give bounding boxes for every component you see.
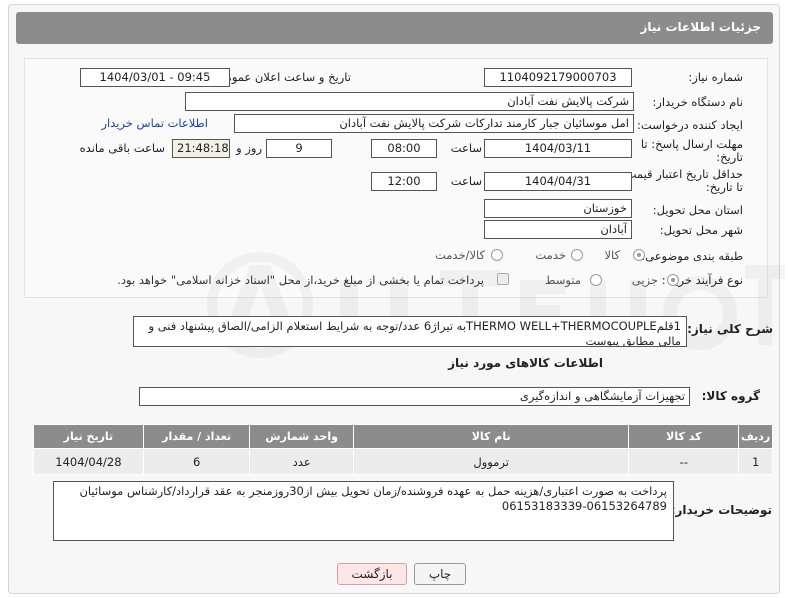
remaining-label: ساعت باقی مانده <box>79 141 165 155</box>
reply-days-label: روز و <box>236 141 262 155</box>
col-item-code: کد کالا <box>628 424 740 449</box>
delivery-city-field: آبادان <box>484 220 632 239</box>
requester-field: امل موسائیان جبار کارمند تدارکات شرکت پا… <box>234 114 634 133</box>
announce-datetime-field: 1404/03/01 - 09:45 <box>80 68 230 87</box>
process-minor-label: جزیی <box>631 273 658 287</box>
category-goods-label: کالا <box>604 248 620 262</box>
col-unit: واحد شمارش <box>249 424 354 449</box>
description-field: 1قلمTHERMO WELL+THERMOCOUPLEبه تیراژ6 عد… <box>133 316 687 347</box>
col-item-name: نام کالا <box>352 424 630 449</box>
col-quantity: تعداد / مقدار <box>142 424 251 449</box>
process-minor-radio[interactable] <box>667 274 679 286</box>
category-service-label: خدمت <box>535 248 566 262</box>
buyer-notes-label: توضیحات خریدار: <box>670 503 772 517</box>
cell-item-code: -- <box>628 448 740 475</box>
cell-need-date: 1404/04/28 <box>33 448 144 475</box>
need-number-field: 1104092179000703 <box>484 68 632 87</box>
reply-deadline-label: مهلت ارسال پاسخ: تا <box>640 137 743 151</box>
requester-label: ایجاد کننده درخواست: <box>637 118 743 132</box>
buyer-notes-field: پرداخت به صورت اعتباری/هزینه حمل به عهده… <box>53 481 674 541</box>
items-table: ردیف کد کالا نام کالا واحد شمارش تعداد /… <box>33 424 773 475</box>
price-validity-time: 12:00 <box>371 172 437 191</box>
buyer-org-label: نام دستگاه خریدار: <box>652 95 743 109</box>
reply-deadline-time: 08:00 <box>371 139 437 158</box>
reply-deadline-label-2: تاریخ: <box>716 150 743 164</box>
delivery-province-field: خوزستان <box>484 199 632 218</box>
need-number-label: شماره نیاز: <box>688 70 743 84</box>
reply-time-remaining: 21:48:18 <box>172 139 230 158</box>
table-row: 1 -- ترموول عدد 6 1404/04/28 <box>33 448 773 475</box>
description-label: شرح کلی نیاز: <box>687 322 773 336</box>
delivery-city-label: شهر محل تحویل: <box>659 223 743 237</box>
cell-quantity: 6 <box>142 448 251 475</box>
goods-group-field: تجهیزات آزمایشگاهی و اندازه‌گیری <box>139 387 690 406</box>
reply-time-label: ساعت <box>450 141 482 155</box>
delivery-province-label: استان محل تحویل: <box>652 203 743 217</box>
price-validity-date: 1404/04/31 <box>484 172 632 191</box>
page-header: جزئیات اطلاعات نیاز <box>16 12 773 44</box>
print-button[interactable]: چاپ <box>414 563 466 585</box>
col-need-date: تاریخ نیاز <box>33 424 144 449</box>
buyer-contact-link[interactable]: اطلاعات تماس خریدار <box>101 116 208 130</box>
page-title: جزئیات اطلاعات نیاز <box>640 20 761 34</box>
goods-group-label: گروه کالا: <box>701 389 760 403</box>
reply-days-remaining: 9 <box>266 139 332 158</box>
category-service-radio[interactable] <box>571 249 583 261</box>
reply-deadline-date: 1404/03/11 <box>484 139 632 158</box>
price-validity-label: حداقل تاریخ اعتبار قیمت: <box>621 167 743 181</box>
goods-section-title: اطلاعات کالاهای مورد نیاز <box>448 356 603 370</box>
table-header-row: ردیف کد کالا نام کالا واحد شمارش تعداد /… <box>33 424 773 449</box>
category-goods-radio[interactable] <box>633 249 645 261</box>
treasury-payment-checkbox[interactable] <box>497 273 509 285</box>
cell-item-name: ترموول <box>352 448 630 475</box>
price-validity-time-label: ساعت <box>450 174 482 188</box>
category-label: طبقه بندی موضوعی: <box>641 249 743 263</box>
price-validity-label-2: تا تاریخ: <box>705 180 743 194</box>
cell-row-number: 1 <box>738 448 773 475</box>
col-row-number: ردیف <box>738 424 773 449</box>
process-medium-radio[interactable] <box>590 274 602 286</box>
category-goods-service-label: کالا/خدمت <box>434 248 485 262</box>
category-goods-service-radio[interactable] <box>491 249 503 261</box>
cell-unit: عدد <box>249 448 354 475</box>
process-medium-label: متوسط <box>544 273 581 287</box>
announce-datetime-label: تاریخ و ساعت اعلان عمومی: <box>212 70 351 84</box>
back-button[interactable]: بازگشت <box>337 563 407 585</box>
treasury-payment-note: پرداخت تمام یا بخشی از مبلغ خرید،از محل … <box>117 273 484 287</box>
buyer-org-field: شرکت پالایش نفت آبادان <box>185 92 634 111</box>
